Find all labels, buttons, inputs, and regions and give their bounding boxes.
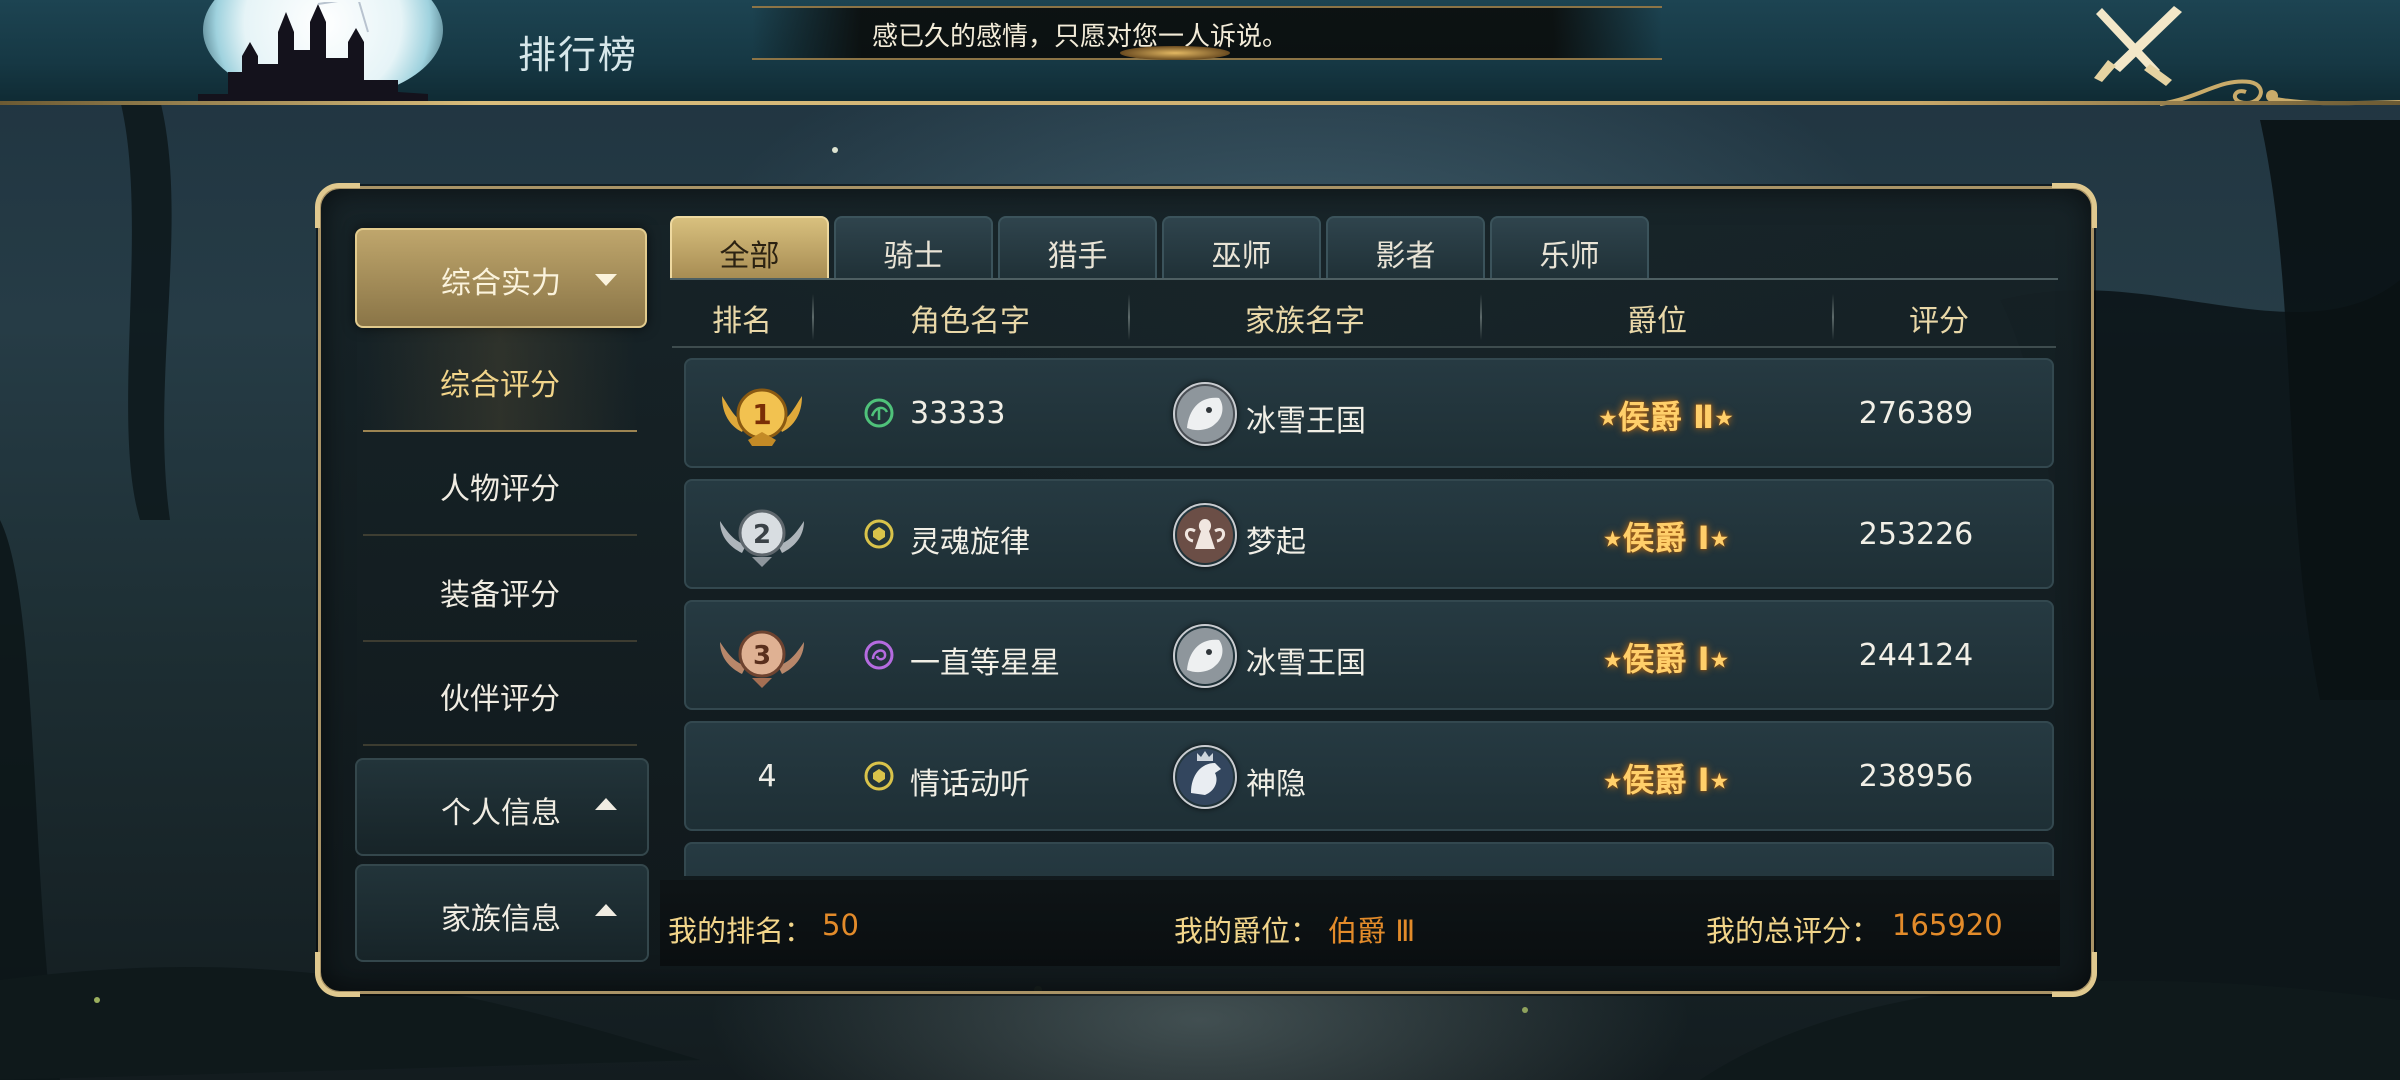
knight-class-icon (864, 519, 894, 549)
score-value: 253226 (1858, 517, 1974, 552)
family-name: 冰雪王国 (1246, 646, 1366, 681)
marquee-ornament (1120, 46, 1230, 60)
character-name: 33333 (910, 396, 1006, 431)
sidebar-group-label: 个人信息 (441, 796, 561, 831)
tab-wizard[interactable]: 巫师 (1162, 216, 1321, 280)
tab-label: 骑士 (883, 239, 944, 274)
white-beast-avatar (1173, 624, 1237, 688)
panel-corner (315, 183, 360, 228)
tab-hunter[interactable]: 猎手 (998, 216, 1157, 280)
top-bar-divider (0, 101, 2400, 105)
sidebar-group-personal-info[interactable]: 个人信息 (355, 758, 649, 856)
triangle-down-icon (595, 274, 617, 286)
gold-medal-icon: 1 (722, 388, 802, 446)
sidebar-item-label: 装备评分 (440, 578, 560, 613)
my-ranking-footer: 我的排名： 50 我的爵位： 伯爵 Ⅲ 我的总评分： 165920 (660, 880, 2060, 966)
fairy-avatar (1173, 503, 1237, 567)
table-row[interactable]: 4 情话动听 神隐 ★侯爵 Ⅰ★ 238956 (684, 721, 2054, 831)
tab-label: 猎手 (1047, 239, 1108, 274)
sidebar-item-overall-score[interactable]: 综合评分 (363, 326, 637, 432)
corner-flourish-ornament (2160, 79, 2400, 106)
tab-label: 巫师 (1211, 239, 1272, 274)
castle-icon (198, 2, 428, 104)
ranking-list: 1 33333 冰雪王国 ★侯爵 Ⅱ★ 276389 2 灵魂旋律 梦起 ★侯爵… (684, 358, 2054, 876)
sidebar-item-equipment-score[interactable]: 装备评分 (363, 536, 637, 642)
noble-title-badge: ★侯爵 Ⅰ★ (1602, 640, 1730, 678)
table-header-divider (672, 346, 2056, 348)
sidebar-item-label: 综合评分 (440, 368, 560, 403)
sidebar-item-character-score[interactable]: 人物评分 (363, 430, 637, 536)
tab-label: 全部 (719, 239, 780, 274)
my-score-label: 我的总评分： (1706, 914, 1881, 948)
tab-divider (670, 278, 2058, 280)
panel-corner (315, 952, 360, 997)
character-name: 一直等星星 (910, 646, 1060, 681)
column-header-rank: 排名 (712, 304, 772, 339)
noble-title: 侯爵 Ⅱ (1617, 398, 1715, 436)
family-name: 梦起 (1246, 525, 1306, 560)
my-title-label: 我的爵位： (1174, 914, 1320, 948)
tab-all[interactable]: 全部 (670, 216, 829, 280)
character-name: 情话动听 (910, 767, 1030, 802)
column-header-score: 评分 (1909, 304, 1969, 339)
family-name: 冰雪王国 (1246, 404, 1366, 439)
noble-title-badge: ★侯爵 Ⅱ★ (1598, 398, 1734, 436)
score-value: 276389 (1858, 396, 1974, 431)
table-header: 排名 角色名字 家族名字 爵位 评分 (672, 288, 2056, 346)
my-rank-value: 50 (822, 908, 859, 942)
table-row[interactable]: 2 灵魂旋律 梦起 ★侯爵 Ⅰ★ 253226 (684, 479, 2054, 589)
sidebar-item-label: 人物评分 (440, 472, 560, 507)
tab-label: 乐师 (1539, 239, 1600, 274)
triangle-up-icon (595, 798, 617, 810)
svg-text:2: 2 (753, 520, 771, 550)
noble-title-badge: ★侯爵 Ⅰ★ (1602, 761, 1730, 799)
noble-title-badge: ★侯爵 Ⅰ★ (1602, 519, 1730, 557)
svg-text:3: 3 (753, 641, 771, 671)
character-name: 灵魂旋律 (910, 525, 1030, 560)
marquee-text: 感已久的感情，只愿对您一人诉说。 (872, 22, 1289, 52)
column-header-character-name: 角色名字 (910, 304, 1030, 339)
hunter-class-icon (864, 398, 894, 428)
sidebar-item-label: 伙伴评分 (440, 682, 560, 717)
my-rank-label: 我的排名： (668, 914, 814, 948)
tab-label: 影者 (1375, 239, 1436, 274)
wizard-class-icon (864, 640, 894, 670)
panel-corner (2052, 183, 2097, 228)
sidebar-item-partner-score[interactable]: 伙伴评分 (363, 640, 637, 746)
griffin-avatar (1173, 745, 1237, 809)
bronze-medal-icon: 3 (720, 630, 804, 688)
sidebar-group-family-info[interactable]: 家族信息 (355, 864, 649, 962)
tab-bard[interactable]: 乐师 (1490, 216, 1649, 280)
page-title: 排行榜 (518, 33, 639, 77)
noble-title: 侯爵 Ⅰ (1622, 519, 1710, 557)
tab-shadow[interactable]: 影者 (1326, 216, 1485, 280)
table-row[interactable]: 1 33333 冰雪王国 ★侯爵 Ⅱ★ 276389 (684, 358, 2054, 468)
noble-title: 侯爵 Ⅰ (1622, 640, 1710, 678)
my-score-value: 165920 (1892, 908, 2003, 942)
column-header-family-name: 家族名字 (1245, 304, 1365, 339)
score-value: 244124 (1858, 638, 1974, 673)
rank-number: 4 (757, 759, 777, 794)
noble-title: 侯爵 Ⅰ (1622, 761, 1710, 799)
column-header-title: 爵位 (1627, 304, 1687, 339)
tab-knight[interactable]: 骑士 (834, 216, 993, 280)
family-name: 神隐 (1246, 767, 1306, 802)
white-beast-avatar (1173, 382, 1237, 446)
triangle-up-icon (595, 904, 617, 916)
category-dropdown-button[interactable]: 综合实力 (355, 228, 647, 328)
table-row[interactable]: 3 一直等星星 冰雪王国 ★侯爵 Ⅰ★ 244124 (684, 600, 2054, 710)
knight-class-icon (864, 761, 894, 791)
category-dropdown-label: 综合实力 (441, 266, 561, 301)
score-value: 238956 (1858, 759, 1974, 794)
sidebar-group-label: 家族信息 (441, 902, 561, 937)
my-title-value: 伯爵 Ⅲ (1328, 914, 1416, 948)
silver-medal-icon: 2 (720, 509, 804, 567)
table-row-partial[interactable] (684, 842, 2054, 876)
svg-text:1: 1 (752, 398, 771, 431)
